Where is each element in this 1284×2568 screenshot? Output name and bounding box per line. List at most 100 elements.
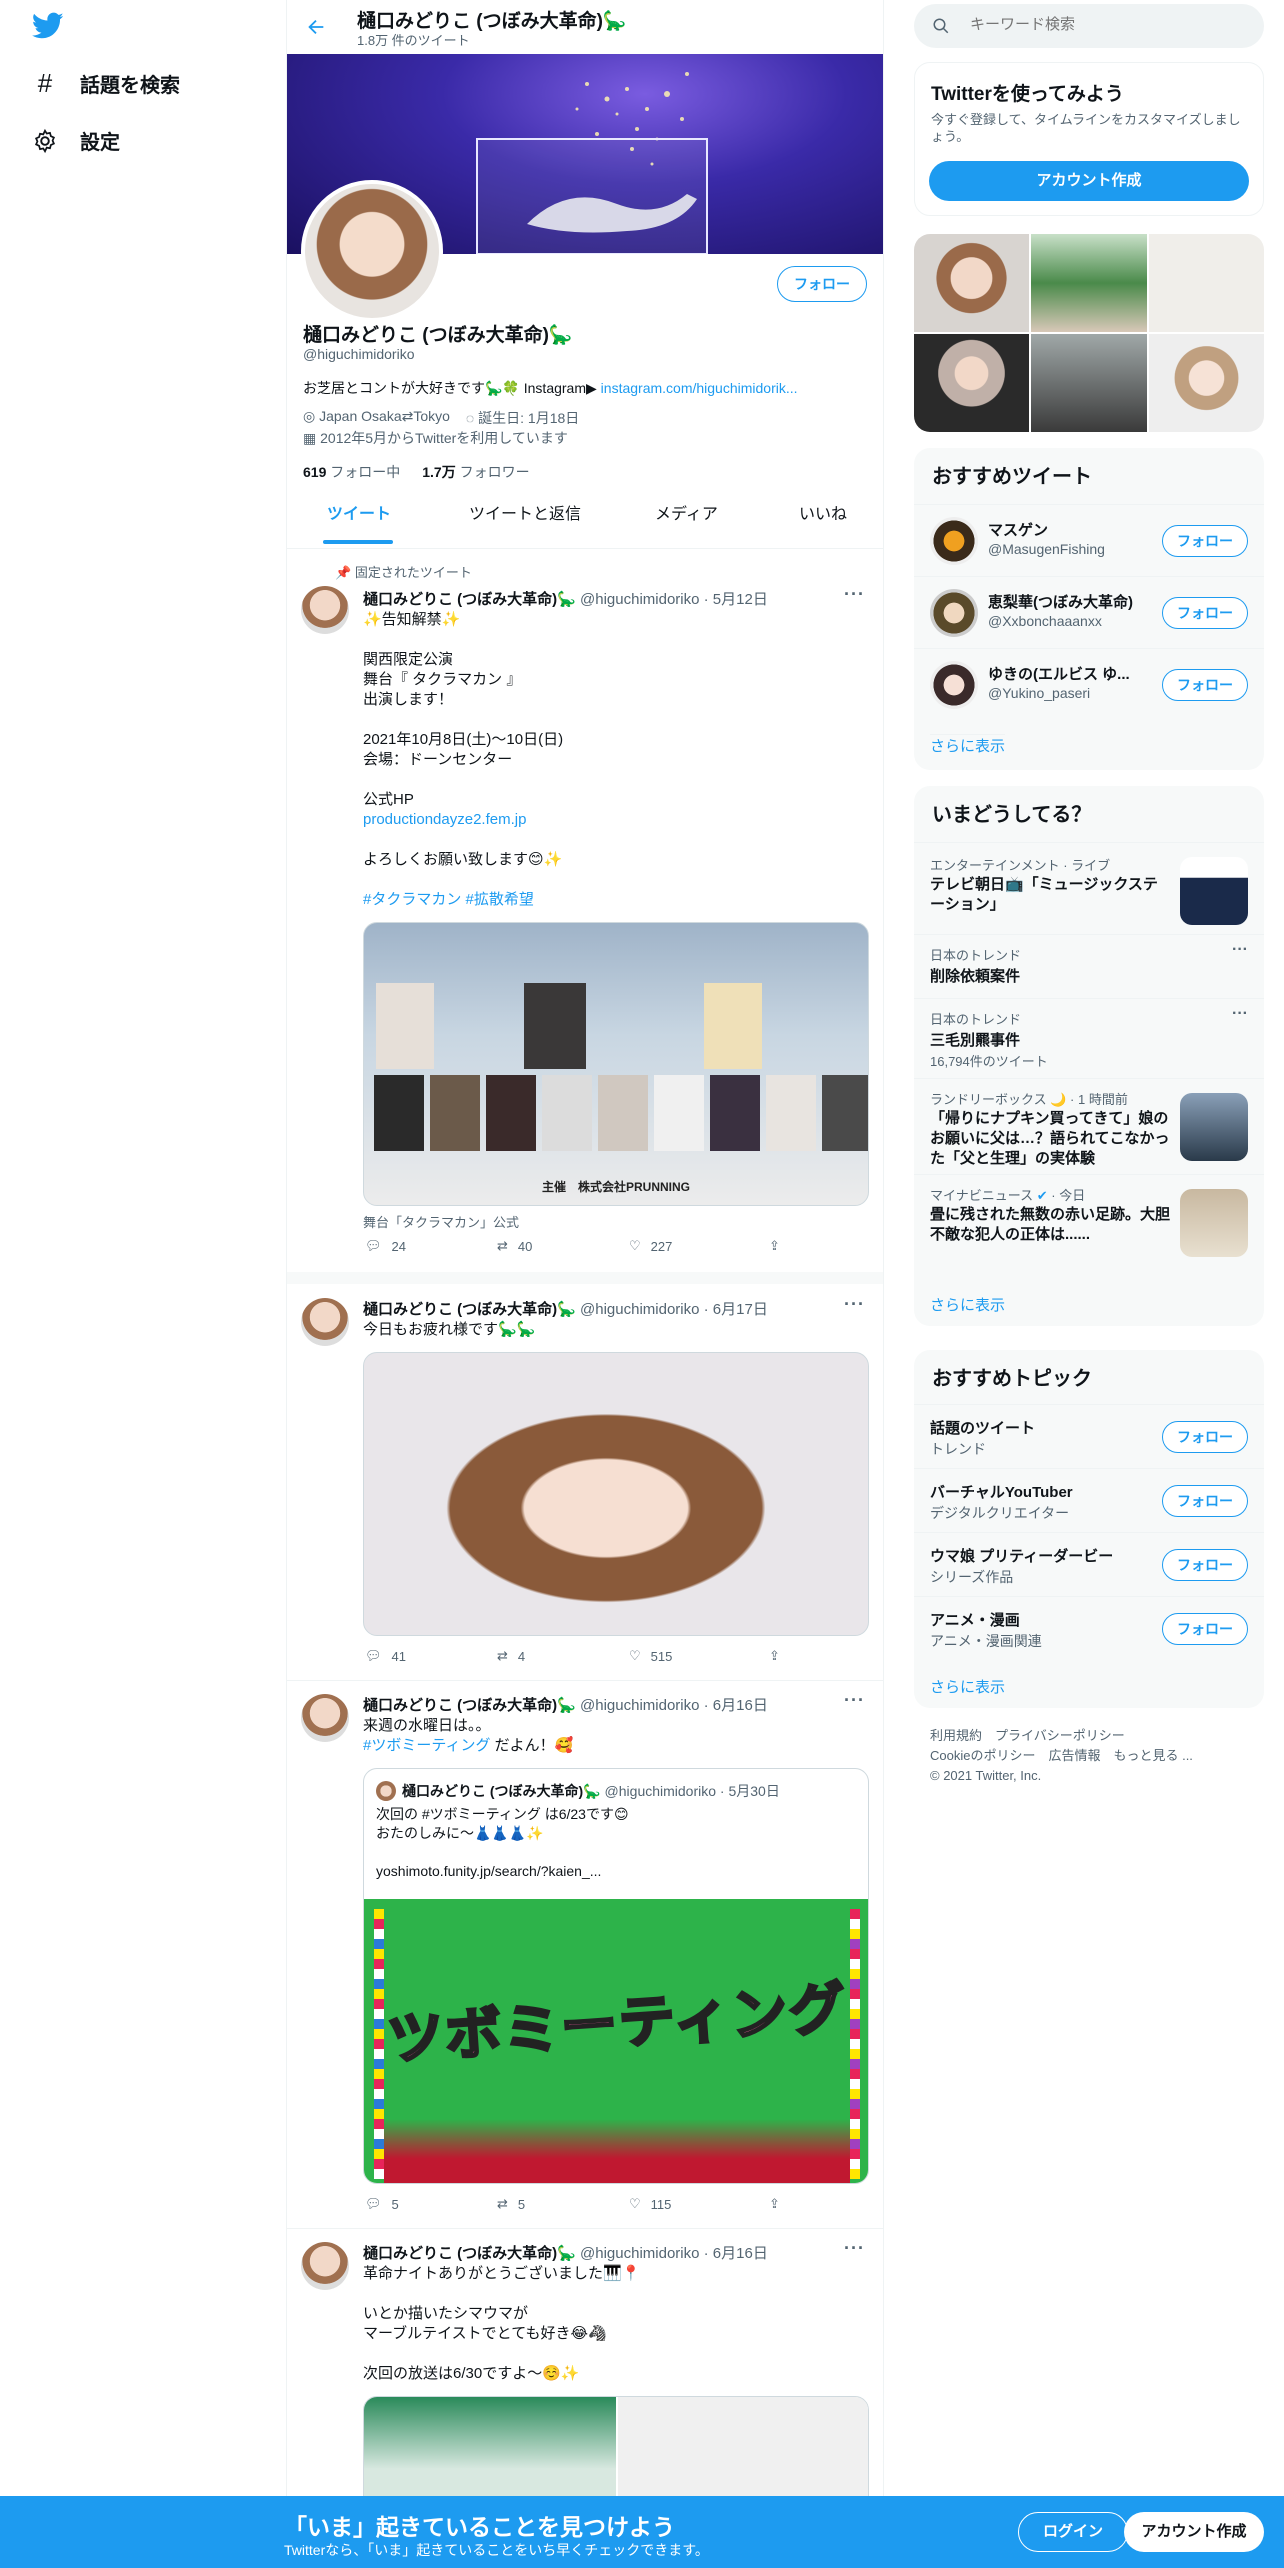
more-options-icon[interactable]: ··· <box>1232 941 1248 959</box>
login-button[interactable]: ログイン <box>1018 2512 1128 2552</box>
share-icon: ⇪ <box>769 1648 780 1663</box>
tweet-hashtag-line: #ツボミーティング だよん！🥰 <box>363 1736 573 1756</box>
recommended-user[interactable]: 恵梨華(つぼみ大革命) @Xxbonchaaanxx フォロー <box>914 576 1264 648</box>
topic-name: バーチャルYouTuber <box>930 1484 1073 1501</box>
recommended-user[interactable]: マスゲン @MasugenFishing フォロー <box>914 504 1264 576</box>
trend-item[interactable]: ランドリーボックス 🌙 · 1 時間前 「帰りにナプキン買ってきて」娘のお願いに… <box>914 1078 1264 1174</box>
share-action[interactable]: ⇪ <box>769 1648 780 1664</box>
tweet-avatar[interactable] <box>301 1694 349 1742</box>
tweet-author-name[interactable]: 樋口みどりこ (つぼみ大革命)🦕 <box>363 1301 576 1318</box>
tab-tweets-replies[interactable]: ツイートと返信 <box>469 500 581 524</box>
topic-item[interactable]: アニメ・漫画 アニメ・漫画関連 フォロー <box>914 1596 1264 1660</box>
follow-button[interactable]: フォロー <box>1162 525 1248 557</box>
more-options-icon[interactable]: ··· <box>844 2238 865 2259</box>
tweet-avatar[interactable] <box>301 1298 349 1346</box>
tweet-link[interactable]: productiondayze2.fem.jp <box>363 810 526 830</box>
follow-button[interactable]: フォロー <box>1162 669 1248 701</box>
tweet-divider <box>287 1680 883 1681</box>
more-options-icon[interactable]: ··· <box>844 1690 865 1711</box>
trend-item[interactable]: マイナビニュース ✔ · 今日 畳に残された無数の赤い足跡。大胆不敵な犯人の正体… <box>914 1174 1264 1266</box>
like-action[interactable]: ♡ 227 <box>629 1238 672 1254</box>
topic-item[interactable]: 話題のツイート トレンド フォロー <box>914 1404 1264 1468</box>
trends-show-more[interactable]: さらに表示 <box>930 1294 1005 1315</box>
media-grid[interactable] <box>914 234 1264 432</box>
following-label: フォロー中 <box>330 464 401 480</box>
tweet-avatar[interactable] <box>301 586 349 634</box>
search-box[interactable] <box>914 4 1264 48</box>
topic-item[interactable]: ウマ娘 プリティーダービー シリーズ作品 フォロー <box>914 1532 1264 1596</box>
footer-links[interactable]: 利用規約 プライバシーポリシー Cookieのポリシー 広告情報 もっと見る .… <box>930 1726 1193 1786</box>
retweet-action[interactable]: ⇄ 40 <box>497 1238 532 1254</box>
share-action[interactable]: ⇪ <box>769 2196 780 2212</box>
footer-line-2[interactable]: Cookieのポリシー 広告情報 もっと見る ... <box>930 1746 1193 1766</box>
follow-button[interactable]: フォロー <box>1162 1549 1248 1581</box>
trend-title: 削除依頼案件 <box>930 968 1021 985</box>
reply-action[interactable]: 💬︎ 41 <box>365 1648 406 1664</box>
tweet-avatar[interactable] <box>301 2242 349 2290</box>
trend-time: · 1 時間前 <box>1070 1092 1128 1107</box>
nav-settings-label: 設定 <box>80 132 120 154</box>
tweet-image-poster[interactable]: 主催 株式会社PRUNNING <box>363 922 869 1206</box>
bio-text: お芝居とコントが大好きです🦕🍀 Instagram▶ <box>303 380 597 396</box>
tweet-divider <box>287 2228 883 2229</box>
retweet-action[interactable]: ⇄ 5 <box>497 2196 525 2212</box>
trend-item[interactable]: 日本のトレンド 削除依頼案件 ··· <box>914 934 1264 998</box>
recommended-show-more[interactable]: さらに表示 <box>930 734 1006 756</box>
tweet-image-photo[interactable] <box>363 1352 869 1636</box>
twitter-logo-icon[interactable] <box>32 12 64 40</box>
bottom-signup-button[interactable]: アカウント作成 <box>1124 2512 1264 2552</box>
more-options-icon[interactable]: ··· <box>1232 1005 1248 1023</box>
tweet-author-name[interactable]: 樋口みどりこ (つぼみ大革命)🦕 <box>363 2245 576 2262</box>
search-input[interactable] <box>970 16 1240 33</box>
profile-follow-button[interactable]: フォロー <box>777 266 867 302</box>
topics-show-more[interactable]: さらに表示 <box>930 1676 1005 1697</box>
follow-button[interactable]: フォロー <box>1162 1485 1248 1517</box>
retweet-icon: ⇄ <box>497 1648 508 1663</box>
hashtag-icon: # <box>37 68 53 98</box>
signup-desc: 今すぐ登録して、タイムラインをカスタマイズしましょう。 <box>931 112 1241 144</box>
tab-tweets[interactable]: ツイート <box>327 500 391 524</box>
more-options-icon[interactable]: ··· <box>844 584 865 605</box>
followers-link[interactable]: 1.7万 フォロワー <box>422 462 529 482</box>
share-action[interactable]: ⇪ <box>769 1238 780 1254</box>
recommended-user[interactable]: ゆきの(エルビス ゆ... @Yukino_paseri フォロー <box>914 648 1264 720</box>
tweet-author-name[interactable]: 樋口みどりこ (つぼみ大革命)🦕 <box>363 1697 576 1714</box>
quoted-tweet[interactable]: 樋口みどりこ (つぼみ大革命)🦕 @higuchimidoriko · 5月30… <box>363 1768 869 2184</box>
tweet-hashtags[interactable]: #タクラマカン #拡散希望 <box>363 890 534 910</box>
more-options-icon[interactable]: ··· <box>844 1294 865 1315</box>
footer-line-1[interactable]: 利用規約 プライバシーポリシー <box>930 1726 1193 1746</box>
signup-create-account-button[interactable]: アカウント作成 <box>929 161 1249 201</box>
tweet-author-name[interactable]: 樋口みどりこ (つぼみ大革命)🦕 <box>363 591 576 608</box>
trend-item[interactable]: エンターテインメント · ライブ テレビ朝日📺「ミュージックステーション」 <box>914 842 1264 934</box>
quote-author-name: 樋口みどりこ (つぼみ大革命)🦕 <box>402 1783 601 1799</box>
following-link[interactable]: 619 フォロー中 <box>303 462 400 482</box>
back-arrow-icon[interactable] <box>305 16 327 43</box>
like-action[interactable]: ♡ 115 <box>629 2196 671 2212</box>
tweet-meta: @higuchimidoriko · 6月16日 <box>580 2245 768 2262</box>
share-icon: ⇪ <box>769 1238 780 1253</box>
trend-category: エンターテインメント · ライブ <box>930 858 1111 873</box>
follow-button[interactable]: フォロー <box>1162 1613 1248 1645</box>
like-action[interactable]: ♡ 515 <box>629 1648 672 1664</box>
tab-media[interactable]: メディア <box>655 500 718 524</box>
tab-likes[interactable]: いいね <box>799 500 847 524</box>
profile-avatar[interactable] <box>301 180 443 322</box>
tweet-meta: @higuchimidoriko · 6月16日 <box>580 1697 768 1714</box>
follow-button[interactable]: フォロー <box>1162 1421 1248 1453</box>
nav-settings[interactable]: 設定 <box>32 126 120 155</box>
pin-icon: 📌 <box>335 565 355 580</box>
nav-explore[interactable]: # 話題を検索 <box>32 68 180 99</box>
topic-name: 話題のツイート <box>930 1420 1036 1437</box>
bio-instagram-link[interactable]: instagram.com/higuchimidorik... <box>601 380 798 396</box>
follow-button[interactable]: フォロー <box>1162 597 1248 629</box>
reply-action[interactable]: 💬︎ 5 <box>365 2196 399 2212</box>
reply-action[interactable]: 💬︎ 24 <box>365 1238 406 1254</box>
bottom-subtitle: Twitterなら、「いま」起きていることをいち早くチェックできます。 <box>284 2542 709 2558</box>
retweet-action[interactable]: ⇄ 4 <box>497 1648 525 1664</box>
birthday: ◌ 誕生日: 1月18日 <box>466 408 579 428</box>
trends-title: いまどうしてる？ <box>932 804 1092 826</box>
profile-joined: ▦ 2012年5月からTwitterを利用しています <box>303 428 568 448</box>
topic-item[interactable]: バーチャルYouTuber デジタルクリエイター フォロー <box>914 1468 1264 1532</box>
trend-item[interactable]: 日本のトレンド 三毛別羆事件 16,794件のツイート ··· <box>914 998 1264 1078</box>
tweet-hashtag[interactable]: #ツボミーティング <box>363 1737 490 1754</box>
